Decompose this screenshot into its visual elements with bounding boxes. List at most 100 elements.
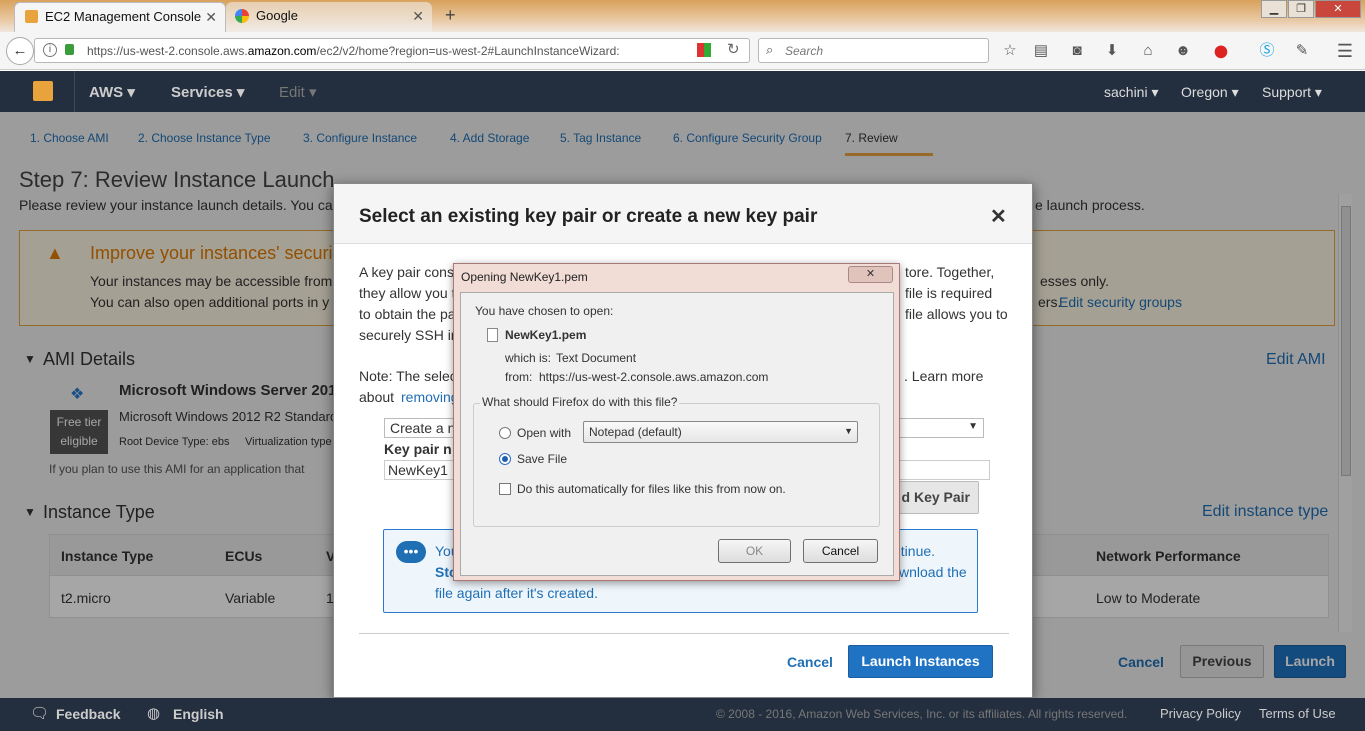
pocket-icon[interactable]: ◙ [1066,40,1088,62]
open-with-radio[interactable] [499,427,511,439]
feedback-icon: 🗨 [30,705,50,722]
support-menu[interactable]: Support ▾ [1262,84,1322,101]
new-tab-icon[interactable]: + [445,5,456,26]
modal-title: Select an existing key pair or create a … [359,206,818,227]
tab-title: EC2 Management Console [45,9,202,24]
aws-menu[interactable]: AWS ▾ [89,83,135,101]
browser-tab-bar: EC2 Management Console ✕ Google ✕ + ▁ ❐ … [0,0,1365,32]
aws-header: AWS ▾ Services ▾ Edit ▾ sachini ▾ Oregon… [0,71,1365,112]
save-file-label[interactable]: Save File [517,452,567,466]
bookmark-star-icon[interactable]: ☆ [999,40,1021,62]
search-input[interactable]: ⌕ Search [758,38,989,63]
info-line2-tail: wnload the [899,564,967,580]
url-suffix: /ec2/v2/home?region=us-west-2#LaunchInst… [316,44,620,58]
maximize-icon[interactable]: ❐ [1288,0,1314,18]
application-value: Notepad (default) [589,425,682,439]
services-menu[interactable]: Services ▾ [171,83,244,101]
tab-ec2-console[interactable]: EC2 Management Console ✕ [14,2,226,32]
notes-icon[interactable]: ✎ [1291,40,1313,62]
user-label: sachini [1104,84,1148,100]
terms-of-use-link[interactable]: Terms of Use [1259,706,1336,721]
search-icon: ⌕ [766,42,774,57]
note-text: Note: The selec [359,368,457,384]
support-label: Support [1262,84,1312,100]
search-placeholder: Search [785,44,824,58]
auto-checkbox[interactable] [499,483,511,495]
skype-icon[interactable]: Ⓢ [1256,40,1278,62]
aws-cube-icon[interactable] [33,81,53,101]
modal-header: Select an existing key pair or create a … [334,184,1032,244]
adblock-icon[interactable]: ⬤ [1210,40,1232,62]
reload-icon[interactable]: ↻ [727,40,740,58]
window-close-icon[interactable]: ✕ [1315,0,1361,18]
chosen-text: You have chosen to open: [475,304,614,318]
open-with-label[interactable]: Open with [517,426,571,440]
modal-cancel-button[interactable]: Cancel [787,654,833,670]
browser-navigation-bar: ← i https://us-west-2.console.aws.amazon… [0,32,1365,70]
google-favicon-icon [235,9,249,23]
application-select[interactable]: Notepad (default) ▼ [583,421,858,443]
file-open-dialog: Opening NewKey1.pem ✕ You have chosen to… [453,263,900,581]
desc-line: tore. Together, [905,264,995,280]
close-tab-icon[interactable]: ✕ [412,8,424,25]
user-menu[interactable]: sachini ▾ [1104,84,1159,101]
file-type: Text Document [556,351,637,365]
input-value: NewKey1 [388,462,448,478]
download-icon[interactable]: ⬇ [1101,40,1123,62]
desc-line: file is required [905,285,993,301]
dialog-cancel-button[interactable]: Cancel [803,539,878,563]
ok-button[interactable]: OK [718,539,791,563]
radio-selected-dot [502,456,508,462]
desc-line: A key pair cons [359,264,454,280]
site-icon [697,43,711,57]
services-label: Services [171,84,233,101]
auto-label[interactable]: Do this automatically for files like thi… [517,482,786,496]
aws-favicon-icon [25,10,38,23]
info-line3: file again after it's created. [435,585,598,601]
url-prefix: https://us-west-2.console.aws. [87,44,248,58]
question-text: What should Firefox do with this file? [480,395,680,409]
desc-line: file allows you to [905,306,1008,322]
desc-line: securely SSH in [359,327,459,343]
chat-bubble-icon: ••• [396,541,426,563]
menu-icon[interactable]: ☰ [1334,40,1356,62]
desc-line: to obtain the pa [359,306,456,322]
region-label: Oregon [1181,84,1228,100]
dialog-close-icon[interactable]: ✕ [848,266,893,283]
url-bar[interactable]: i https://us-west-2.console.aws.amazon.c… [34,38,750,63]
close-tab-icon[interactable]: ✕ [205,9,217,26]
bookmarks-list-icon[interactable]: ▤ [1030,40,1052,62]
language-selector[interactable]: English [173,706,224,722]
file-name: NewKey1.pem [505,328,587,342]
learn-more-text: . Learn more [904,368,984,384]
tab-title: Google [256,8,298,23]
chat-icon[interactable]: ☻ [1172,40,1194,62]
info-icon[interactable]: i [43,43,57,57]
key-pair-name-label: Key pair n [384,441,452,457]
modal-divider [359,633,1009,634]
feedback-link[interactable]: Feedback [56,706,121,722]
dialog-body: You have chosen to open: NewKey1.pem whi… [460,292,894,576]
region-menu[interactable]: Oregon ▾ [1181,84,1239,101]
tab-google[interactable]: Google ✕ [226,2,432,32]
removing-link[interactable]: removing [401,389,459,405]
chevron-down-icon: ▼ [844,426,853,436]
minimize-icon[interactable]: ▁ [1261,0,1287,18]
launch-instances-button[interactable]: Launch Instances [848,645,993,678]
edit-label: Edit [279,84,305,101]
close-icon[interactable]: ✕ [990,204,1007,229]
globe-icon: ◍ [147,705,161,722]
source-url: https://us-west-2.console.aws.amazon.com [539,370,769,384]
divider [74,71,75,112]
back-icon[interactable]: ← [6,37,34,65]
from-label: from: [505,370,533,384]
select-value: Create a n [390,420,456,436]
aws-label: AWS [89,84,124,101]
edit-menu[interactable]: Edit ▾ [279,83,317,101]
document-icon [487,328,498,342]
home-icon[interactable]: ⌂ [1137,40,1159,62]
about-text: about [359,389,395,405]
privacy-policy-link[interactable]: Privacy Policy [1160,706,1241,721]
url-domain: amazon.com [247,44,317,58]
save-file-radio[interactable] [499,453,511,465]
